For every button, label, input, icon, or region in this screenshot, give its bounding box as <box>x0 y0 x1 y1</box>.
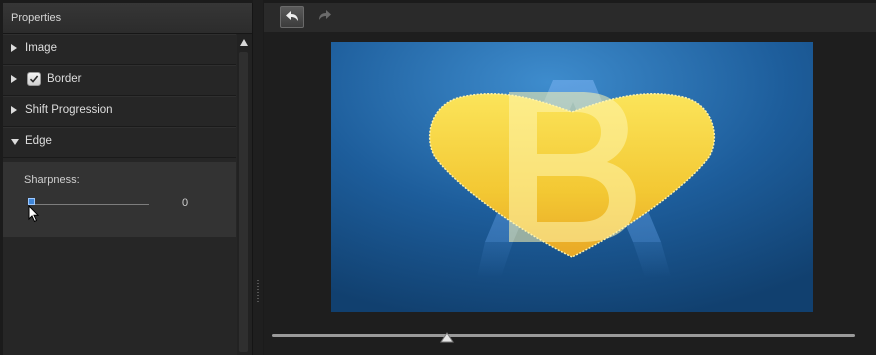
section-label: Border <box>47 73 82 85</box>
timeline-slider-track[interactable] <box>272 334 855 337</box>
collapse-arrow-icon[interactable] <box>11 139 19 145</box>
mouse-cursor-icon <box>28 205 40 223</box>
undo-button[interactable] <box>280 6 304 28</box>
edge-settings: Sharpness: 0 <box>3 162 236 237</box>
sharpness-slider-track[interactable] <box>28 204 149 205</box>
properties-panel: Properties Image Border Shift Progressio… <box>3 3 253 355</box>
section-border[interactable]: Border <box>3 65 236 96</box>
panel-scrollbar[interactable] <box>237 34 252 355</box>
undo-icon <box>286 11 298 21</box>
redo-button[interactable] <box>312 6 336 28</box>
section-edge[interactable]: Edge <box>3 127 236 158</box>
section-label: Image <box>25 42 57 54</box>
panel-header: Properties <box>3 3 252 34</box>
sharpness-slider-thumb[interactable] <box>28 198 35 205</box>
scroll-up-arrow-icon[interactable] <box>240 39 248 46</box>
expand-arrow-icon[interactable] <box>11 106 17 114</box>
expand-arrow-icon[interactable] <box>11 75 17 83</box>
sharpness-label: Sharpness: <box>24 174 80 186</box>
checkmark-icon <box>29 75 39 83</box>
section-label: Shift Progression <box>25 104 113 116</box>
sharpness-value: 0 <box>182 197 189 209</box>
preview-image <box>331 42 813 312</box>
preview-area <box>264 32 876 355</box>
panel-title: Properties <box>11 12 62 24</box>
section-shift-progression[interactable]: Shift Progression <box>3 96 236 127</box>
panel-splitter[interactable] <box>253 0 263 355</box>
border-checkbox[interactable] <box>27 72 41 86</box>
splitter-grip[interactable] <box>257 280 259 304</box>
section-image[interactable]: Image <box>3 34 236 65</box>
timeline-slider-thumb[interactable] <box>440 332 454 344</box>
scrollbar-thumb[interactable] <box>239 52 248 352</box>
section-label: Edge <box>25 135 52 147</box>
preview-toolbar <box>264 3 876 32</box>
expand-arrow-icon[interactable] <box>11 44 17 52</box>
redo-icon <box>319 10 331 20</box>
